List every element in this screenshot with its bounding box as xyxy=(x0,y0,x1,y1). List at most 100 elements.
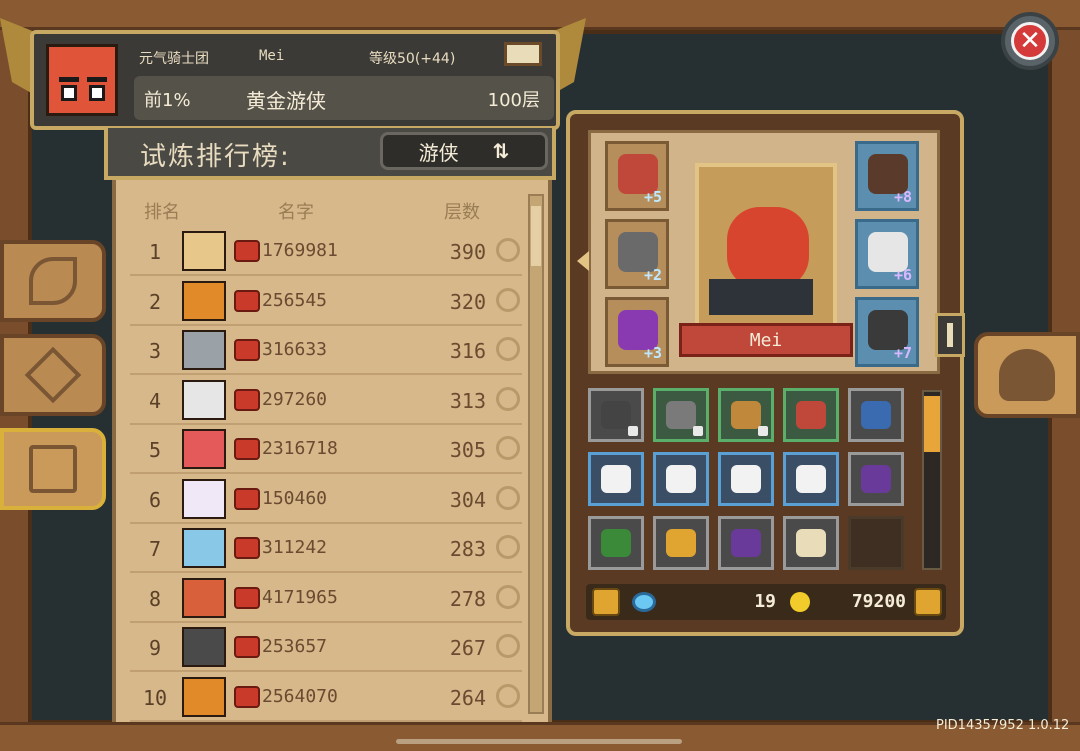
search-icon[interactable] xyxy=(496,485,520,510)
crown-icon xyxy=(234,487,260,510)
row-uid: 2316718 xyxy=(262,438,338,459)
hero-name-ribbon: Mei xyxy=(679,323,853,357)
row-floor: 283 xyxy=(449,537,486,561)
row-uid: 150460 xyxy=(262,487,328,509)
player-avatar xyxy=(182,627,226,667)
search-icon[interactable] xyxy=(496,634,520,658)
lock-icon[interactable] xyxy=(592,588,620,616)
player-avatar xyxy=(182,231,226,271)
class-selector-button[interactable]: 游侠 ⇅ xyxy=(380,132,548,170)
tab-leaf[interactable] xyxy=(0,240,106,322)
equipment-slot[interactable]: +5 xyxy=(605,141,669,211)
row-floor: 304 xyxy=(449,487,486,512)
leaderboard-row[interactable]: 5 2316718 305 xyxy=(130,424,522,474)
crown-icon xyxy=(234,586,260,609)
inventory-slot[interactable] xyxy=(718,452,774,506)
inventory-slot[interactable] xyxy=(718,516,774,570)
item-icon xyxy=(861,465,891,493)
inventory-slot[interactable] xyxy=(588,388,644,442)
leaderboard-row[interactable]: 6 150460 304 xyxy=(130,474,522,524)
row-uid: 4171965 xyxy=(262,586,338,608)
row-uid: 1769981 xyxy=(262,240,338,261)
weapon-sprite xyxy=(709,279,813,315)
row-floor: 316 xyxy=(449,339,486,363)
inventory-slot[interactable] xyxy=(783,388,839,442)
inventory-slot[interactable] xyxy=(718,388,774,442)
enhance-level: +5 xyxy=(643,188,662,206)
leaderboard-row[interactable]: 8 4171965 278 xyxy=(130,573,522,623)
inventory-slot[interactable] xyxy=(653,388,709,442)
currency-bar: 19 79200 xyxy=(586,584,946,620)
tab-diamond[interactable] xyxy=(0,334,106,416)
leaderboard-row[interactable]: 2 256545 320 xyxy=(130,276,522,326)
equipment-slot[interactable]: +6 xyxy=(855,219,919,289)
search-icon[interactable] xyxy=(496,683,520,708)
equipment-slot[interactable]: +3 xyxy=(605,297,669,367)
equipment-slot[interactable]: +8 xyxy=(855,141,919,211)
crown-icon xyxy=(234,636,260,658)
crown-icon xyxy=(234,240,260,262)
row-floor: 267 xyxy=(449,636,486,660)
search-icon[interactable] xyxy=(496,535,520,559)
search-icon[interactable] xyxy=(496,287,520,312)
search-icon[interactable] xyxy=(496,386,520,411)
item-icon xyxy=(796,465,826,493)
coin-icon xyxy=(790,592,810,612)
grid-icon[interactable] xyxy=(914,588,942,616)
row-uid: 256545 xyxy=(262,289,328,311)
search-icon[interactable] xyxy=(496,337,520,361)
leaderboard-row[interactable]: 3 316633 316 xyxy=(130,325,522,375)
inventory-grid xyxy=(588,388,912,574)
inventory-slot[interactable] xyxy=(848,516,904,570)
leaderboard-row[interactable]: 9 253657 267 xyxy=(130,622,522,672)
player-avatar xyxy=(182,280,226,321)
search-icon[interactable] xyxy=(496,436,520,460)
frame-top xyxy=(0,0,1080,30)
crown-icon xyxy=(234,438,260,460)
inventory-slot[interactable] xyxy=(783,516,839,570)
podium-icon xyxy=(29,445,77,493)
arrow-left-icon[interactable] xyxy=(577,251,589,271)
hero-display: +5 +2 +3 +8 +6 +7 Mei xyxy=(577,130,965,374)
equipment-slot[interactable]: +2 xyxy=(605,219,669,289)
player-avatar xyxy=(182,379,226,420)
equipment-slot[interactable]: +7 xyxy=(855,297,919,367)
version-label: PID14357952 1.0.12 xyxy=(936,718,1070,733)
info-tab[interactable] xyxy=(935,313,965,357)
inventory-slot[interactable] xyxy=(653,516,709,570)
player-avatar xyxy=(182,429,226,469)
inventory-scrollbar[interactable] xyxy=(922,390,942,570)
search-icon[interactable] xyxy=(496,584,520,609)
crown-icon xyxy=(234,685,260,708)
inventory-slot[interactable] xyxy=(588,516,644,570)
row-uid: 2564070 xyxy=(262,685,338,707)
player-card: 元气骑士团 Mei 等级50(+44) 前1% 黄金游侠 100层 xyxy=(30,30,560,130)
leaderboard-row[interactable]: 10 2564070 264 xyxy=(130,672,522,722)
row-rank: 6 xyxy=(148,487,162,512)
leaderboard-row[interactable]: 1 1769981 390 xyxy=(130,226,522,276)
helmet-tab-button[interactable] xyxy=(974,332,1080,418)
leaderboard-scrollbar[interactable] xyxy=(528,194,544,714)
row-floor: 264 xyxy=(449,685,486,710)
inventory-slot[interactable] xyxy=(653,452,709,506)
enhance-level: +7 xyxy=(893,344,912,362)
inventory-slot[interactable] xyxy=(848,388,904,442)
inventory-slot[interactable] xyxy=(848,452,904,506)
inventory-slot[interactable] xyxy=(783,452,839,506)
search-icon[interactable] xyxy=(496,238,520,262)
book-icon[interactable] xyxy=(504,42,542,66)
leaderboard-row[interactable]: 4 297260 313 xyxy=(130,375,522,425)
frame-bottom xyxy=(0,722,1080,751)
header-floor: 层数 xyxy=(444,202,480,223)
lock-icon xyxy=(758,426,768,436)
gem-icon xyxy=(632,592,656,612)
close-button[interactable]: ✕ xyxy=(1001,12,1059,70)
leaderboard-row[interactable]: 7 311242 283 xyxy=(130,523,522,573)
tab-leaderboard[interactable] xyxy=(0,428,106,510)
player-avatar xyxy=(182,330,226,370)
enhance-level: +6 xyxy=(893,266,912,284)
inventory-slot[interactable] xyxy=(588,452,644,506)
scrollbar-thumb[interactable] xyxy=(531,206,541,266)
leaf-icon xyxy=(29,257,77,305)
row-rank: 4 xyxy=(148,388,162,413)
